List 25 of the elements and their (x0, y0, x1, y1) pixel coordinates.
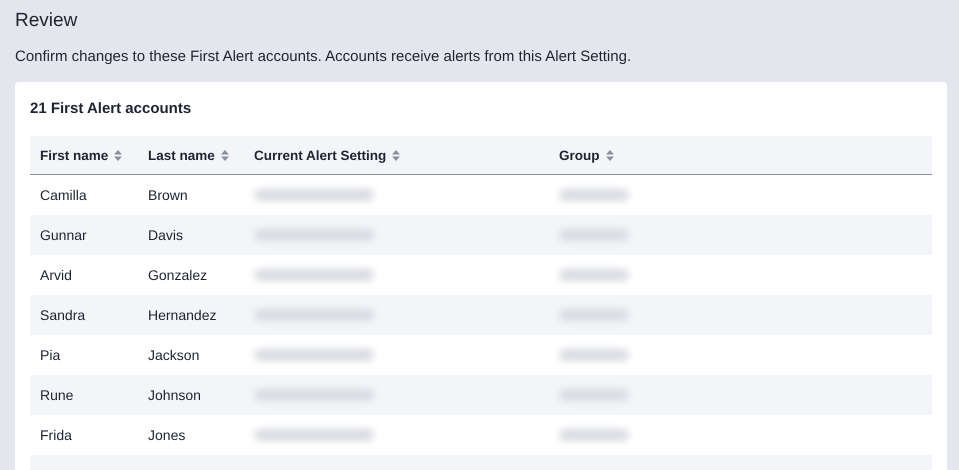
table-cell: Arvid (40, 267, 72, 283)
table-cell: Frida (40, 427, 72, 443)
table-cell: Jones (148, 427, 186, 443)
column-header[interactable]: Current Alert Setting (254, 148, 386, 162)
table-cell: Brown (148, 187, 188, 203)
column-header[interactable]: Group (559, 148, 600, 162)
sort-icon[interactable] (220, 150, 229, 160)
table-cell: Jackson (148, 347, 200, 363)
page-title: Review (15, 10, 78, 32)
table-cell: Hernandez (148, 307, 216, 323)
description-text: Confirm changes to these First Alert accounts. Accounts receive alerts from this Alert Setting. (15, 48, 632, 65)
table-cell: Pia (40, 347, 60, 363)
table-cell: Sandra (40, 307, 86, 323)
card-title: 21 First Alert accounts (30, 100, 192, 117)
table-cell: Gonzalez (148, 267, 208, 283)
column-header[interactable]: First name (40, 148, 108, 162)
sort-icon[interactable] (114, 150, 122, 160)
table-cell: Davis (148, 227, 184, 243)
table-cell: Johnson (148, 387, 201, 403)
table-cell: Rune (40, 387, 74, 403)
sort-icon[interactable] (606, 150, 614, 160)
column-header[interactable]: Last name (148, 148, 215, 162)
sort-icon[interactable] (392, 150, 400, 160)
table-cell: Gunnar (40, 227, 87, 243)
table-cell: Camilla (40, 187, 87, 203)
